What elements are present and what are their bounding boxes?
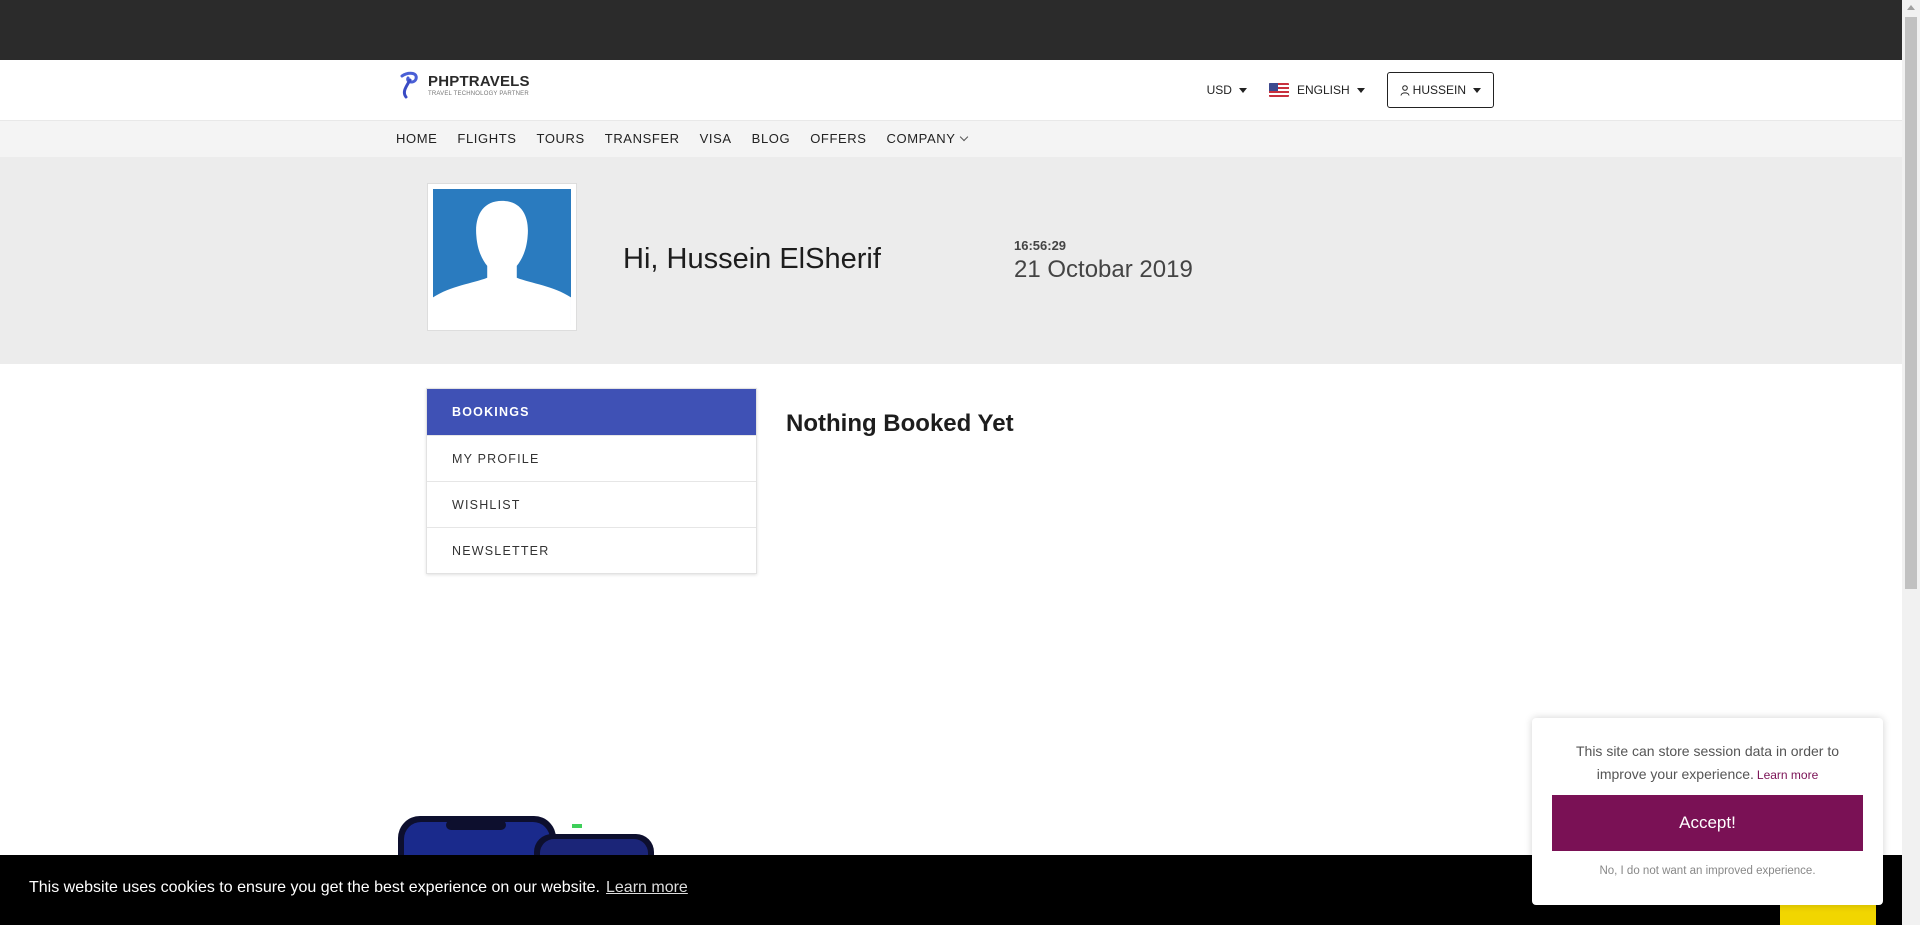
cookie-learn-more-link[interactable]: Learn more [606, 879, 688, 896]
nav-flights[interactable]: FLIGHTS [457, 131, 516, 146]
caret-down-icon [1238, 87, 1247, 93]
user-name: HUSSEIN [1412, 83, 1466, 97]
caret-down-icon [1473, 87, 1481, 93]
account-sidebar: BOOKINGS MY PROFILE WISHLIST NEWSLETTER [426, 388, 757, 574]
logo[interactable]: PHPTRAVELS TRAVEL TECHNOLOGY PARTNER [396, 70, 530, 100]
logo-icon [400, 71, 418, 99]
logo-name: PHPTRAVELS [428, 72, 530, 90]
currency-label: USD [1206, 83, 1232, 97]
sidebar-item-wishlist[interactable]: WISHLIST [427, 481, 756, 527]
current-date: 21 Octobar 2019 [1014, 256, 1193, 283]
currency-dropdown[interactable]: USD [1207, 83, 1247, 97]
accept-button[interactable]: Accept! [1552, 795, 1863, 851]
session-consent-dialog: This site can store session data in orde… [1532, 718, 1883, 905]
profile-hero: Hi, Hussein ElSherif 16:56:29 21 Octobar… [0, 157, 1902, 364]
bookings-empty-message: Nothing Booked Yet [786, 410, 1014, 437]
scroll-up-arrow-icon[interactable] [1907, 5, 1915, 10]
nav-blog[interactable]: BLOG [752, 131, 791, 146]
greeting: Hi, Hussein ElSherif [623, 243, 881, 275]
language-dropdown[interactable]: ENGLISH [1268, 83, 1365, 97]
sidebar-item-my-profile[interactable]: MY PROFILE [427, 435, 756, 481]
nav-tours[interactable]: TOURS [537, 131, 585, 146]
nav-home[interactable]: HOME [396, 131, 437, 146]
site-header: PHPTRAVELS TRAVEL TECHNOLOGY PARTNER USD… [0, 60, 1902, 121]
page-scrollbar[interactable] [1902, 0, 1920, 925]
nav-offers[interactable]: OFFERS [810, 131, 866, 146]
user-icon [1400, 84, 1410, 96]
logo-tagline: TRAVEL TECHNOLOGY PARTNER [428, 90, 529, 97]
top-bar [0, 0, 1902, 60]
language-label: ENGLISH [1296, 83, 1350, 97]
nav-company[interactable]: COMPANY [887, 131, 968, 146]
caret-down-icon [1356, 87, 1365, 93]
chevron-down-icon [959, 132, 968, 142]
main-nav: HOME FLIGHTS TOURS TRANSFER VISA BLOG OF… [0, 121, 1902, 157]
sidebar-item-newsletter[interactable]: NEWSLETTER [427, 527, 756, 573]
avatar [427, 183, 577, 331]
default-user-silhouette-icon [433, 200, 571, 325]
nav-transfer[interactable]: TRANSFER [605, 131, 680, 146]
nav-visa[interactable]: VISA [700, 131, 732, 146]
user-account-button[interactable]: HUSSEIN [1386, 72, 1494, 108]
scrollbar-thumb[interactable] [1905, 17, 1917, 589]
current-time: 16:56:29 [1014, 238, 1067, 253]
cookie-message: This website uses cookies to ensure you … [29, 879, 600, 896]
us-flag-icon [1268, 83, 1289, 97]
sidebar-item-bookings[interactable]: BOOKINGS [427, 389, 756, 435]
decline-link[interactable]: No, I do not want an improved experience… [1532, 865, 1883, 877]
consent-learn-more-link[interactable]: Learn more [1757, 768, 1818, 782]
